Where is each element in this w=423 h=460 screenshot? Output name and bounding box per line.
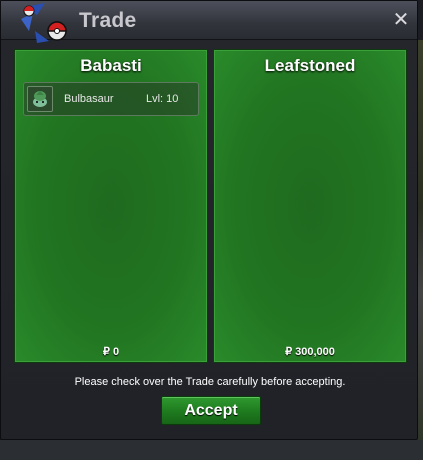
title-bar[interactable]: Trade ✕ — [1, 1, 417, 43]
item-name: Bulbasaur — [64, 93, 114, 105]
offer-panel-right: Leafstoned ₽ 300,000 — [213, 49, 407, 363]
item-level: Lvl: 10 — [146, 93, 179, 105]
money-left: ₽ 0 — [102, 346, 120, 358]
background-bottom-strip — [0, 440, 423, 460]
close-icon[interactable]: ✕ — [391, 9, 411, 29]
money-right: ₽ 300,000 — [285, 346, 335, 358]
player-name-left: Babasti — [80, 56, 142, 75]
bulbasaur-sprite-icon — [33, 91, 47, 107]
pokeball-logo-icon — [21, 3, 67, 43]
offer-panel-left: Babasti Bulbasaur Lvl: 10 ₽ 0 — [14, 49, 208, 363]
bulbasaur-icon — [27, 86, 53, 112]
accept-button[interactable]: Accept — [161, 396, 261, 425]
window-title: Trade — [79, 9, 137, 32]
trade-window: Trade ✕ Babasti Bulbasaur Lvl: 10 ₽ 0 Le… — [0, 0, 418, 440]
trade-notice: Please check over the Trade carefully be… — [74, 376, 346, 388]
trade-item[interactable]: Bulbasaur Lvl: 10 — [23, 82, 199, 116]
player-name-right: Leafstoned — [264, 56, 356, 75]
